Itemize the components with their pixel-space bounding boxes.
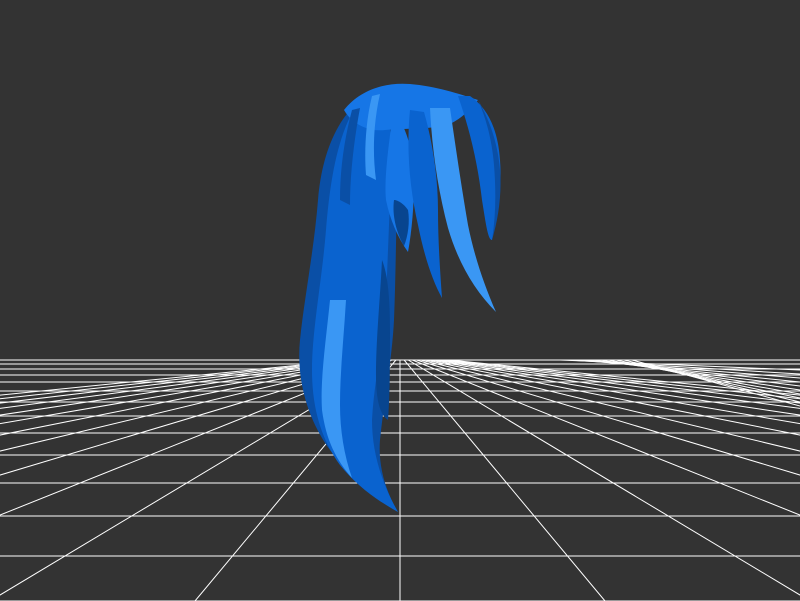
scene-canvas[interactable] (0, 0, 800, 601)
3d-viewport[interactable] (0, 0, 800, 601)
